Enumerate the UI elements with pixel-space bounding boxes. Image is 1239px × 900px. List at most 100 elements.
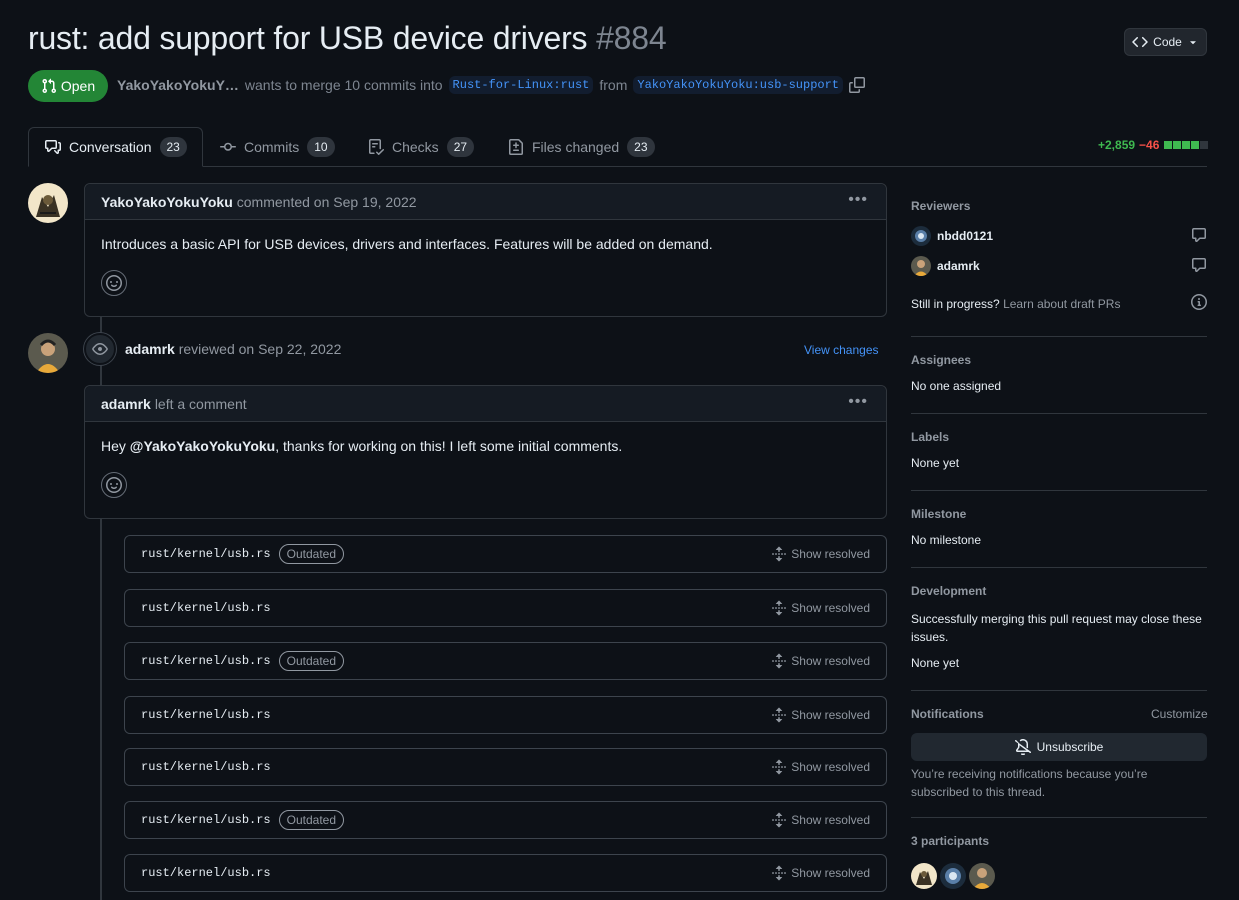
sidebar-divider xyxy=(911,413,1207,414)
avatar[interactable] xyxy=(911,226,931,246)
smiley-icon xyxy=(106,477,122,493)
unfold-icon xyxy=(772,600,787,616)
resolved-thread[interactable]: rust/kernel/usb.rs Outdated Show resolve… xyxy=(124,801,887,839)
avatar[interactable] xyxy=(911,256,931,276)
git-commit-icon xyxy=(220,142,236,151)
base-branch[interactable]: Rust-for-Linux:rust xyxy=(448,76,594,94)
resolved-thread[interactable]: rust/kernel/usb.rs Outdated Show resolve… xyxy=(124,642,887,680)
show-resolved-label: Show resolved xyxy=(791,601,870,615)
avatar[interactable] xyxy=(969,863,995,889)
show-resolved-button[interactable]: Show resolved xyxy=(771,707,870,723)
show-resolved-label: Show resolved xyxy=(791,654,870,668)
file-path[interactable]: rust/kernel/usb.rs xyxy=(141,760,271,774)
triangle-down-icon xyxy=(1190,41,1196,45)
sidebar-divider xyxy=(911,336,1207,337)
resolved-thread[interactable]: rust/kernel/usb.rs Outdated Show resolve… xyxy=(124,535,887,573)
diffstat-blocks xyxy=(1163,141,1209,149)
file-path[interactable]: rust/kernel/usb.rs xyxy=(141,708,271,722)
comment-author[interactable]: YakoYakoYokuYoku xyxy=(101,194,233,210)
reviewer-name[interactable]: adamrk xyxy=(125,341,175,357)
info-icon[interactable] xyxy=(1191,294,1207,313)
outdated-label: Outdated xyxy=(278,651,344,671)
resolved-thread[interactable]: rust/kernel/usb.rs Show resolved xyxy=(124,748,887,786)
comment-text-pre: Hey xyxy=(101,438,130,454)
file-path[interactable]: rust/kernel/usb.rs xyxy=(141,813,271,827)
file-path[interactable]: rust/kernel/usb.rs xyxy=(141,547,271,561)
tab-files-changed[interactable]: Files changed 23 xyxy=(508,127,655,167)
tab-counter: 23 xyxy=(159,137,187,157)
comment-discussion-icon xyxy=(45,140,61,154)
tab-commits[interactable]: Commits 10 xyxy=(220,127,335,167)
review-event-badge xyxy=(84,333,116,365)
pr-author-link[interactable]: YakoYakoYokuY… xyxy=(117,77,239,93)
kebab-horizontal-icon[interactable]: ••• xyxy=(848,394,868,410)
unsubscribe-button[interactable]: Unsubscribe xyxy=(911,733,1207,761)
head-branch[interactable]: YakoYakoYokuYoku:usb-support xyxy=(633,76,844,94)
comment-author[interactable]: adamrk xyxy=(101,396,151,412)
notifications-note: You’re receiving notifications because y… xyxy=(911,767,1148,799)
resolved-thread[interactable]: rust/kernel/usb.rs Show resolved xyxy=(124,696,887,734)
show-resolved-button[interactable]: Show resolved xyxy=(771,546,870,562)
show-resolved-button[interactable]: Show resolved xyxy=(771,812,870,828)
page-title: rust: add support for USB device drivers… xyxy=(28,20,667,57)
pr-meta: YakoYakoYokuY… wants to merge 10 commits… xyxy=(117,74,866,96)
file-path[interactable]: rust/kernel/usb.rs xyxy=(141,601,271,615)
file-path[interactable]: rust/kernel/usb.rs xyxy=(141,866,271,880)
assignees-heading[interactable]: Assignees xyxy=(911,353,971,367)
sidebar-divider xyxy=(911,490,1207,491)
draft-text: Still in progress? xyxy=(911,296,1000,311)
avatar[interactable] xyxy=(940,863,966,889)
sidebar-divider xyxy=(911,567,1207,568)
customize-link[interactable]: Customize xyxy=(1151,707,1208,721)
participants-heading: 3 participants xyxy=(911,834,990,848)
review-summary: adamrk reviewed on Sep 22, 2022 xyxy=(125,341,341,357)
tab-checks[interactable]: Checks 27 xyxy=(368,127,475,167)
show-resolved-button[interactable]: Show resolved xyxy=(771,865,870,881)
add-reaction-button[interactable] xyxy=(101,270,127,296)
avatar[interactable] xyxy=(911,863,937,889)
tab-label: Commits xyxy=(244,139,300,155)
show-resolved-button[interactable]: Show resolved xyxy=(771,653,870,669)
comment-icon xyxy=(1191,227,1207,246)
resolved-thread[interactable]: rust/kernel/usb.rs Show resolved xyxy=(124,854,887,892)
development-value: None yet xyxy=(911,656,960,670)
milestone-heading[interactable]: Milestone xyxy=(911,507,966,521)
comment-text: Hey @YakoYakoYokuYoku, thanks for workin… xyxy=(101,438,870,454)
labels-heading[interactable]: Labels xyxy=(911,430,949,444)
avatar[interactable] xyxy=(28,183,68,223)
reviewer-name[interactable]: nbdd0121 xyxy=(937,229,993,243)
view-changes-link[interactable]: View changes xyxy=(804,343,879,357)
comment-body: Hey @YakoYakoYokuYoku, thanks for workin… xyxy=(85,422,886,514)
checklist-icon xyxy=(369,139,384,155)
tab-counter: 23 xyxy=(627,137,655,157)
code-button-label: Code xyxy=(1153,35,1182,49)
add-reaction-button[interactable] xyxy=(101,472,127,498)
copy-icon[interactable] xyxy=(849,77,866,93)
bell-slash-icon xyxy=(1014,739,1031,755)
file-path[interactable]: rust/kernel/usb.rs xyxy=(141,654,271,668)
show-resolved-label: Show resolved xyxy=(791,813,870,827)
avatar[interactable] xyxy=(28,333,68,373)
draft-note: Still in progress? Learn about draft PRs xyxy=(911,294,1207,313)
sidebar-divider xyxy=(911,690,1207,691)
user-mention[interactable]: @YakoYakoYokuYoku xyxy=(130,438,275,454)
comment-timestamp[interactable]: commented on Sep 19, 2022 xyxy=(237,194,417,210)
tab-counter: 27 xyxy=(446,137,475,157)
reviewer-name[interactable]: adamrk xyxy=(937,259,980,273)
notifications-heading: Notifications xyxy=(911,707,984,721)
reviewers-heading[interactable]: Reviewers xyxy=(911,199,970,213)
show-resolved-label: Show resolved xyxy=(791,866,870,880)
reviewer-row: nbdd0121 xyxy=(911,226,1207,246)
development-heading[interactable]: Development xyxy=(911,584,986,598)
comment-text: Introduces a basic API for USB devices, … xyxy=(101,236,713,252)
show-resolved-button[interactable]: Show resolved xyxy=(771,759,870,775)
draft-prs-link[interactable]: Learn about draft PRs xyxy=(1003,297,1120,311)
review-timestamp[interactable]: reviewed on Sep 22, 2022 xyxy=(179,341,342,357)
resolved-thread[interactable]: rust/kernel/usb.rs Show resolved xyxy=(124,589,887,627)
from-text: from xyxy=(599,77,628,93)
tab-conversation[interactable]: Conversation 23 xyxy=(28,127,203,167)
labels-value: None yet xyxy=(911,456,960,470)
kebab-horizontal-icon[interactable]: ••• xyxy=(848,192,868,208)
code-button[interactable]: Code xyxy=(1124,28,1207,56)
show-resolved-button[interactable]: Show resolved xyxy=(771,600,870,616)
